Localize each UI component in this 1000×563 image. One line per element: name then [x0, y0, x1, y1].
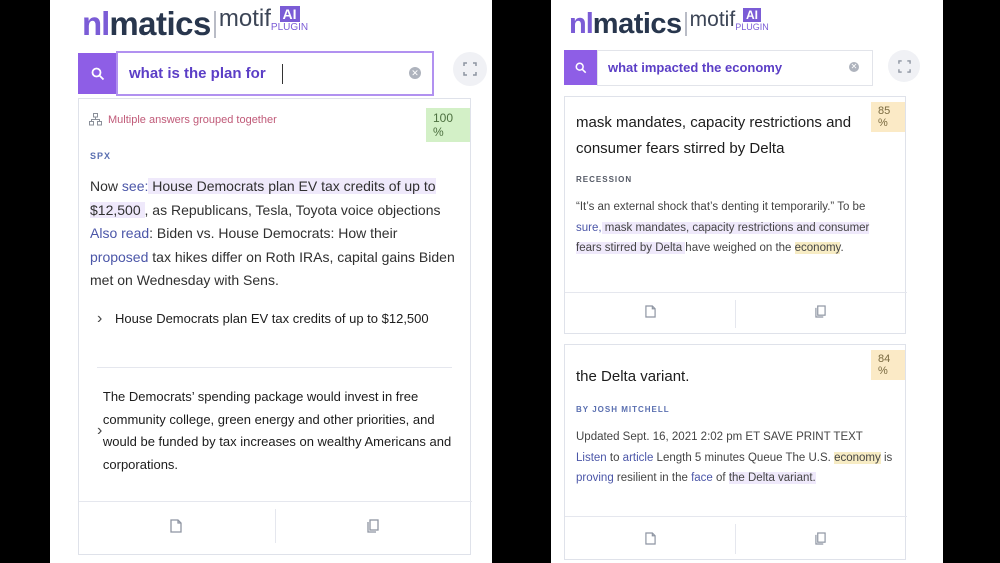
right-plugin-panel: nl matics motif AI PLUGIN what impacted t…	[551, 0, 923, 563]
group-icon	[89, 113, 102, 126]
document-icon[interactable]	[645, 532, 656, 545]
answer-card: Multiple answers grouped together 100 % …	[78, 98, 472, 555]
document-icon[interactable]	[170, 519, 182, 533]
expand-icon	[897, 59, 911, 73]
expand-button[interactable]	[888, 50, 920, 82]
answer-paragraph: Now see: House Democrats plan EV tax cre…	[90, 178, 455, 288]
answer-item[interactable]: › House Democrats plan EV tax credits of…	[97, 308, 457, 331]
grouped-answers-note: Multiple answers grouped together	[89, 113, 277, 126]
answer-card: 85 % mask mandates, capacity restriction…	[564, 96, 907, 334]
answer-title: the Delta variant.	[576, 368, 690, 385]
left-edge-strip	[50, 0, 70, 563]
confidence-badge: 100 %	[426, 108, 470, 142]
source-label: SPX	[90, 151, 112, 161]
source-label: RECESSION	[576, 175, 633, 184]
answer-paragraph: “It’s an external shock that’s denting i…	[576, 201, 870, 254]
expand-button[interactable]	[453, 52, 487, 86]
search-icon	[91, 67, 105, 80]
text-cursor	[282, 64, 283, 84]
search-icon	[575, 62, 587, 73]
answer-paragraph: Updated Sept. 16, 2021 2:02 pm ET SAVE P…	[576, 431, 893, 484]
brand-logo: nl matics motif AI PLUGIN	[82, 5, 309, 42]
answer-title: mask mandates, capacity restrictions and…	[576, 114, 852, 157]
copy-icon[interactable]	[367, 519, 379, 533]
search-input[interactable]: what impacted the economy ✕	[597, 50, 873, 86]
chevron-right-icon: ›	[97, 310, 103, 328]
source-label: BY JOSH MITCHELL	[576, 405, 670, 414]
copy-icon[interactable]	[815, 305, 826, 318]
left-plugin-panel: nl matics motif AI PLUGIN what is the pla…	[70, 0, 492, 563]
search-input[interactable]: what is the plan for ✕	[116, 51, 434, 96]
expand-icon	[463, 62, 477, 76]
right-edge-strip	[923, 0, 943, 563]
clear-icon[interactable]: ✕	[409, 67, 421, 79]
answer-item[interactable]: › The Democrats’ spending package would …	[97, 386, 457, 476]
brand-logo: nl matics motif AI PLUGIN	[569, 8, 769, 40]
clear-icon[interactable]: ✕	[849, 62, 859, 72]
search-button[interactable]	[564, 50, 598, 85]
answer-card: 84 % the Delta variant. BY JOSH MITCHELL…	[564, 344, 907, 560]
copy-icon[interactable]	[815, 532, 826, 545]
search-button[interactable]	[78, 53, 118, 94]
document-icon[interactable]	[645, 305, 656, 318]
